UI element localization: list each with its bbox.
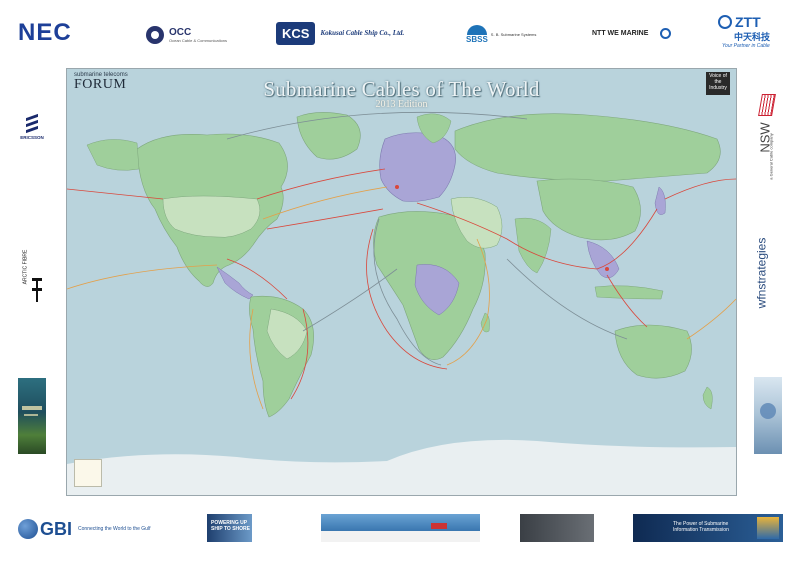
submarine-banner-emblem-icon [757, 517, 779, 539]
submarine-info-banner: The Power of Submarine Information Trans… [633, 514, 783, 542]
right-ad-banner [754, 377, 782, 454]
arctic-fibre-logo: ARCTIC FIBRE [18, 250, 46, 304]
ntt-emblem-icon [660, 27, 672, 39]
ntt-we-marine-logo: NTT WE MARINE [592, 26, 672, 40]
occ-name: OCC [169, 27, 192, 38]
nsw-logo: NSW a General Cable company [754, 94, 784, 180]
ztt-emblem-icon [718, 15, 732, 29]
ericsson-mark-icon [26, 113, 38, 134]
ship-icon [431, 523, 447, 529]
gbi-logo: GBI Connecting the World to the Gulf [18, 516, 150, 542]
world-map-poster: submarine telecoms FORUM Submarine Cable… [66, 68, 737, 496]
voice-of-industry-badge: Voice of the Industry [706, 72, 730, 95]
cable-landing-hub [395, 185, 399, 189]
ship-banner [321, 514, 480, 542]
europe [379, 132, 456, 202]
submarine-info-banner-text: The Power of Submarine Information Trans… [673, 521, 729, 533]
sbss-logo: SBSS S. B. Submarine Systems [466, 22, 536, 46]
map-legend [74, 459, 102, 487]
powering-up-banner-text: POWERING UP SHIP TO SHORE [211, 520, 250, 532]
kcs-name: Kokusai Cable Ship Co., Ltd. [320, 29, 405, 37]
occ-emblem-icon [146, 26, 164, 44]
ericsson-name: ERICSSON [20, 135, 44, 140]
cable-landing-hub-asia [605, 267, 609, 271]
wfn-strategies-logo: wfnstrategies [750, 230, 788, 316]
arctic-fibre-inukshuk-icon [32, 278, 42, 302]
kcs-mark: KCS [276, 21, 316, 45]
occ-subtitle: Ocean Cable & Communications [169, 38, 228, 43]
ztt-mark: ZTT [735, 14, 761, 30]
sbss-name: S. B. Submarine Systems [490, 31, 537, 37]
ztt-tagline: Your Partner in Cable [722, 43, 770, 49]
world-map-canvas [67, 69, 736, 495]
arctic-fibre-text: ARCTIC FIBRE [22, 249, 29, 285]
map-edition: 2013 Edition [375, 99, 428, 110]
grey-banner [520, 514, 594, 542]
ericsson-logo: ERICSSON [18, 113, 46, 140]
ztt-chinese: 中天科技 [734, 32, 771, 42]
sbss-mark: SBSS [466, 34, 488, 44]
nsw-subtitle: a General Cable company [768, 133, 774, 180]
gbi-globe-icon [18, 519, 38, 539]
powering-up-banner: POWERING UP SHIP TO SHORE [207, 514, 282, 542]
ztt-logo: ZTT 中天科技 Your Partner in Cable [718, 14, 770, 50]
ntt-name: NTT WE MARINE [592, 29, 649, 37]
gbi-mark: GBI [40, 518, 73, 539]
occ-logo: OCC Ocean Cable & Communications [146, 24, 227, 46]
nec-logo-text: NEC [18, 19, 72, 46]
sbss-wave-icon [466, 24, 487, 35]
wfn-strategies-text: wfnstrategies [754, 237, 769, 309]
left-ad-banner [18, 378, 46, 454]
nsw-flag-icon [758, 94, 776, 116]
gbi-tagline: Connecting the World to the Gulf [78, 526, 151, 532]
nec-logo: NEC [18, 19, 72, 46]
kcs-logo: KCS Kokusai Cable Ship Co., Ltd. [276, 20, 404, 46]
